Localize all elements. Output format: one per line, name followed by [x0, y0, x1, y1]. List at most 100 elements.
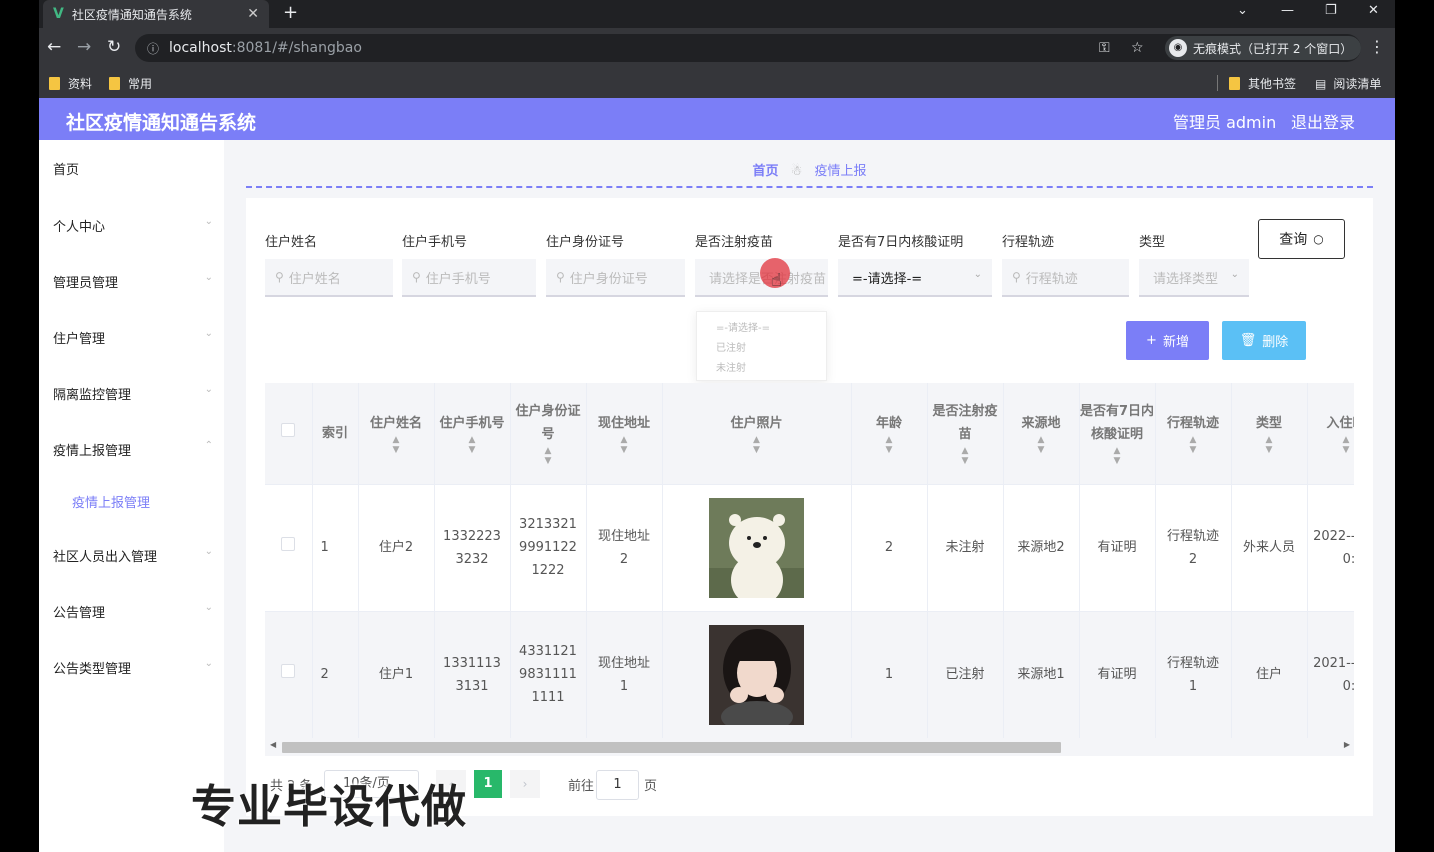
resident-photo[interactable] [709, 624, 804, 725]
bookmark-star-icon[interactable]: ☆ [1131, 40, 1144, 56]
url-field[interactable]: ⓘ localhost :8081/#/shangbao ⚿ ☆ ◉ 无痕模式（… [135, 34, 1361, 62]
select-all-checkbox[interactable] [281, 422, 296, 437]
column-header[interactable]: 现住地址 ▲ ▼ [586, 383, 663, 485]
restore-icon[interactable]: ❐ [1325, 3, 1337, 18]
sort-icon[interactable]: ▲ ▼ [587, 435, 662, 455]
sort-icon[interactable]: ▲ ▼ [1004, 435, 1079, 455]
name-search-input[interactable]: ⚲ 住户姓名 [265, 259, 393, 297]
sidebar-item-report[interactable]: 疫情上报管理 ⌃ [53, 440, 213, 459]
sort-icon[interactable]: ▲ ▼ [1308, 435, 1355, 455]
breadcrumb-home[interactable]: 首页 [753, 164, 779, 179]
page-number-button[interactable]: 1 [474, 770, 502, 798]
scroll-right-icon[interactable]: ▶ [1344, 740, 1350, 749]
sort-icon[interactable]: ▲ ▼ [1232, 435, 1307, 455]
dropdown-option[interactable]: 未注射 [716, 359, 807, 379]
sidebar-subitem-report-manage[interactable]: 疫情上报管理 [72, 492, 232, 511]
next-page-button[interactable]: › [510, 770, 540, 798]
column-header[interactable]: 住户姓名 ▲ ▼ [358, 383, 435, 485]
sort-icon[interactable]: ▲ ▼ [435, 435, 510, 455]
column-header[interactable]: 年龄 ▲ ▼ [851, 383, 928, 485]
type-select[interactable]: 请选择类型 ⌄ [1139, 259, 1249, 297]
close-window-icon[interactable]: ✕ [1368, 3, 1379, 18]
column-header[interactable]: 是否有7日内核酸证明 ▲ ▼ [1079, 383, 1156, 485]
add-button[interactable]: + 新增 [1126, 321, 1209, 360]
chevron-down-icon: ⌄ [204, 272, 213, 283]
other-bookmarks[interactable]: 其他书签 [1217, 75, 1296, 92]
search-icon: ○ [1313, 232, 1324, 246]
url-host: localhost [169, 40, 232, 56]
bookmark-folder[interactable]: 常用 [109, 75, 152, 92]
reading-list[interactable]: ▤ 阅读清单 [1315, 75, 1381, 92]
sort-icon[interactable]: ▲ ▼ [1156, 435, 1231, 455]
column-header[interactable]: 住户照片 ▲ ▼ [662, 383, 852, 485]
sort-icon[interactable]: ▲ ▼ [359, 435, 434, 455]
divider [246, 186, 1373, 188]
sidebar-item-admin[interactable]: 管理员管理 ⌄ [53, 272, 213, 291]
key-icon[interactable]: ⚿ [1099, 40, 1110, 56]
tab-search-icon[interactable]: ⌄ [1237, 3, 1248, 18]
column-label: 现住地址 [597, 415, 650, 431]
resident-photo[interactable] [709, 497, 804, 598]
close-tab-icon[interactable]: ✕ [247, 6, 259, 22]
site-info-icon[interactable]: ⓘ [147, 40, 159, 57]
incognito-label: 无痕模式（已打开 2 个窗口） [1193, 41, 1353, 56]
sidebar-item-home[interactable]: 首页 [53, 159, 213, 178]
column-header[interactable]: 行程轨迹 ▲ ▼ [1155, 383, 1232, 485]
browser-menu-icon[interactable]: ⋮ [1369, 37, 1385, 56]
sort-icon[interactable]: ▲ ▼ [1080, 446, 1155, 466]
browser-tab[interactable]: V 社区疫情通知通告系统 ✕ [43, 0, 269, 28]
bookmark-folder[interactable]: 资料 [49, 75, 92, 92]
column-header[interactable]: 来源地 ▲ ▼ [1003, 383, 1080, 485]
minimize-icon[interactable]: — [1281, 3, 1294, 18]
goto-page-input[interactable]: 1 [596, 770, 639, 800]
column-header[interactable]: 是否注射疫苗 ▲ ▼ [927, 383, 1004, 485]
scrollbar-thumb[interactable] [282, 742, 1061, 753]
query-button[interactable]: 查询 ○ [1258, 219, 1345, 259]
sidebar-item-notice[interactable]: 公告管理 ⌄ [53, 602, 213, 621]
row-checkbox[interactable] [281, 664, 296, 678]
column-header[interactable]: 类型 ▲ ▼ [1231, 383, 1308, 485]
column-label: 是否注射疫苗 [932, 404, 998, 443]
phone-search-input[interactable]: ⚲ 住户手机号 [402, 259, 536, 297]
column-header[interactable]: 住户手机号 ▲ ▼ [434, 383, 511, 485]
folder-icon [49, 77, 60, 90]
nucleic-select[interactable]: =-请选择-= ⌄ [838, 259, 992, 297]
filter-label-vaccine: 是否注射疫苗 [695, 235, 774, 250]
row-checkbox[interactable] [281, 537, 296, 551]
bookmark-label: 阅读清单 [1333, 77, 1382, 91]
forward-icon[interactable]: → [77, 37, 91, 57]
idcard-search-input[interactable]: ⚲ 住户身份证号 [546, 259, 685, 297]
back-icon[interactable]: ← [47, 37, 61, 57]
divider [1217, 75, 1218, 91]
logout-button[interactable]: 退出登录 [1291, 109, 1355, 133]
tab-bar: V 社区疫情通知通告系统 ✕ + ⌄ — ❐ ✕ [39, 0, 1395, 28]
scroll-left-icon[interactable]: ◀ [270, 740, 276, 749]
sidebar-item-residents[interactable]: 住户管理 ⌄ [53, 328, 213, 347]
column-header[interactable]: 入住时 ▲▼ [1307, 383, 1355, 485]
sort-icon[interactable]: ▲ ▼ [852, 435, 927, 455]
column-label: 住户照片 [730, 415, 783, 431]
sort-icon[interactable]: ▲ ▼ [511, 446, 586, 466]
track-search-input[interactable]: ⚲ 行程轨迹 [1002, 259, 1129, 297]
horizontal-scrollbar[interactable]: ◀ ▶ [265, 738, 1354, 756]
incognito-badge[interactable]: ◉ 无痕模式（已打开 2 个窗口） [1165, 36, 1361, 60]
dropdown-option[interactable]: =-请选择-= [716, 319, 807, 339]
sidebar-item-notice-type[interactable]: 公告类型管理 ⌄ [53, 658, 213, 677]
dropdown-option[interactable]: 已注射 [716, 339, 807, 359]
table-row[interactable]: 2 住户1 13311133131 433112198311111111 现住地… [265, 611, 1354, 739]
cell-source: 来源地1 [1003, 611, 1080, 739]
sidebar-item-access[interactable]: 社区人员出入管理 ⌄ [53, 546, 213, 565]
sort-icon[interactable]: ▲ ▼ [928, 446, 1003, 466]
sidebar-item-isolation[interactable]: 隔离监控管理 ⌄ [53, 384, 213, 403]
cell-photo [662, 611, 852, 739]
table-row[interactable]: 1 住户2 13322233232 321332199911221222 现住地… [265, 484, 1354, 612]
chevron-down-icon: ⌄ [204, 216, 213, 227]
sidebar-item-label: 管理员管理 [53, 276, 119, 291]
new-tab-icon[interactable]: + [283, 2, 298, 23]
delete-button[interactable]: 🗑 删除 [1222, 321, 1306, 360]
sort-icon[interactable]: ▲ ▼ [663, 435, 851, 455]
column-header[interactable]: 住户身份证号 ▲ ▼ [510, 383, 587, 485]
sidebar-item-profile[interactable]: 个人中心 ⌄ [53, 216, 213, 235]
reload-icon[interactable]: ↻ [107, 37, 121, 57]
app-title: 社区疫情通知通告系统 [66, 112, 257, 134]
